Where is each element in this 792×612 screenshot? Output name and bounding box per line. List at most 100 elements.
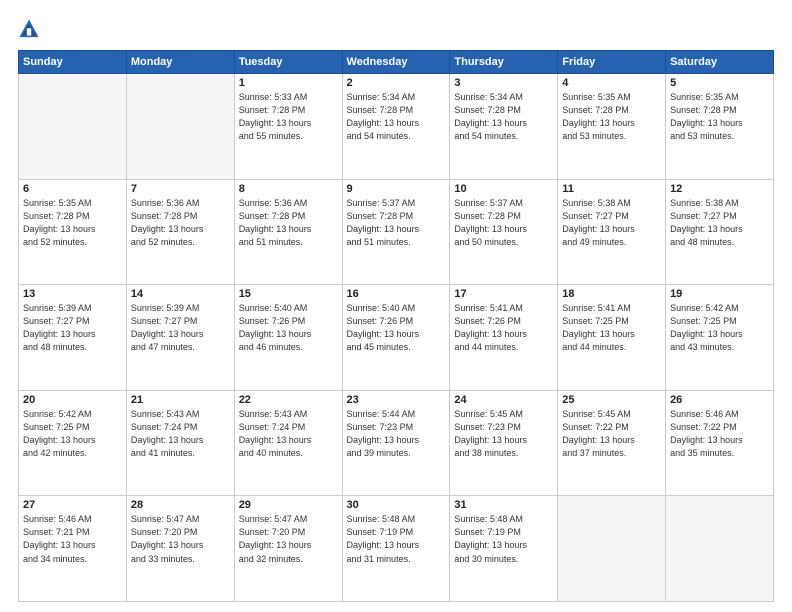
day-detail: Sunrise: 5:35 AM Sunset: 7:28 PM Dayligh… xyxy=(23,197,122,249)
header xyxy=(18,18,774,40)
week-row-4: 20 Sunrise: 5:42 AM Sunset: 7:25 PM Dayli… xyxy=(19,390,774,496)
calendar-cell: 26 Sunrise: 5:46 AM Sunset: 7:22 PM Dayli… xyxy=(666,390,774,496)
calendar-table: SundayMondayTuesdayWednesdayThursdayFrid… xyxy=(18,50,774,602)
calendar-cell: 2 Sunrise: 5:34 AM Sunset: 7:28 PM Daylig… xyxy=(342,74,450,180)
day-detail: Sunrise: 5:38 AM Sunset: 7:27 PM Dayligh… xyxy=(670,197,769,249)
day-detail: Sunrise: 5:45 AM Sunset: 7:22 PM Dayligh… xyxy=(562,408,661,460)
day-detail: Sunrise: 5:42 AM Sunset: 7:25 PM Dayligh… xyxy=(23,408,122,460)
day-number: 16 xyxy=(347,288,446,300)
calendar-cell: 21 Sunrise: 5:43 AM Sunset: 7:24 PM Dayli… xyxy=(126,390,234,496)
day-detail: Sunrise: 5:43 AM Sunset: 7:24 PM Dayligh… xyxy=(239,408,338,460)
week-row-1: 1 Sunrise: 5:33 AM Sunset: 7:28 PM Daylig… xyxy=(19,74,774,180)
calendar-cell xyxy=(558,496,666,602)
day-detail: Sunrise: 5:39 AM Sunset: 7:27 PM Dayligh… xyxy=(131,302,230,354)
day-detail: Sunrise: 5:36 AM Sunset: 7:28 PM Dayligh… xyxy=(131,197,230,249)
day-number: 12 xyxy=(670,183,769,195)
calendar-cell: 22 Sunrise: 5:43 AM Sunset: 7:24 PM Dayli… xyxy=(234,390,342,496)
day-number: 5 xyxy=(670,77,769,89)
day-detail: Sunrise: 5:33 AM Sunset: 7:28 PM Dayligh… xyxy=(239,91,338,143)
day-detail: Sunrise: 5:47 AM Sunset: 7:20 PM Dayligh… xyxy=(131,513,230,565)
day-number: 28 xyxy=(131,499,230,511)
calendar-cell: 19Sunrise: 5:42 AM Sunset: 7:25 PM Dayli… xyxy=(666,285,774,391)
day-detail: Sunrise: 5:48 AM Sunset: 7:19 PM Dayligh… xyxy=(454,513,553,565)
calendar-cell: 8 Sunrise: 5:36 AM Sunset: 7:28 PM Daylig… xyxy=(234,179,342,285)
header-row: SundayMondayTuesdayWednesdayThursdayFrid… xyxy=(19,51,774,74)
calendar-cell: 10Sunrise: 5:37 AM Sunset: 7:28 PM Dayli… xyxy=(450,179,558,285)
col-header-saturday: Saturday xyxy=(666,51,774,74)
calendar-cell: 7 Sunrise: 5:36 AM Sunset: 7:28 PM Daylig… xyxy=(126,179,234,285)
day-detail: Sunrise: 5:44 AM Sunset: 7:23 PM Dayligh… xyxy=(347,408,446,460)
calendar-cell: 24 Sunrise: 5:45 AM Sunset: 7:23 PM Dayli… xyxy=(450,390,558,496)
week-row-5: 27 Sunrise: 5:46 AM Sunset: 7:21 PM Dayli… xyxy=(19,496,774,602)
calendar-cell: 31 Sunrise: 5:48 AM Sunset: 7:19 PM Dayli… xyxy=(450,496,558,602)
day-number: 6 xyxy=(23,183,122,195)
day-number: 2 xyxy=(347,77,446,89)
day-number: 3 xyxy=(454,77,553,89)
calendar-cell xyxy=(19,74,127,180)
day-number: 29 xyxy=(239,499,338,511)
calendar-cell: 14 Sunrise: 5:39 AM Sunset: 7:27 PM Dayli… xyxy=(126,285,234,391)
calendar-cell: 25 Sunrise: 5:45 AM Sunset: 7:22 PM Dayli… xyxy=(558,390,666,496)
day-number: 23 xyxy=(347,394,446,406)
week-row-2: 6 Sunrise: 5:35 AM Sunset: 7:28 PM Daylig… xyxy=(19,179,774,285)
day-number: 22 xyxy=(239,394,338,406)
calendar-cell: 27 Sunrise: 5:46 AM Sunset: 7:21 PM Dayli… xyxy=(19,496,127,602)
day-number: 27 xyxy=(23,499,122,511)
day-number: 7 xyxy=(131,183,230,195)
calendar-cell: 13Sunrise: 5:39 AM Sunset: 7:27 PM Dayli… xyxy=(19,285,127,391)
calendar-cell: 9 Sunrise: 5:37 AM Sunset: 7:28 PM Daylig… xyxy=(342,179,450,285)
calendar-cell: 12 Sunrise: 5:38 AM Sunset: 7:27 PM Dayli… xyxy=(666,179,774,285)
logo xyxy=(18,18,44,40)
calendar-cell: 5Sunrise: 5:35 AM Sunset: 7:28 PM Daylig… xyxy=(666,74,774,180)
day-detail: Sunrise: 5:41 AM Sunset: 7:25 PM Dayligh… xyxy=(562,302,661,354)
day-detail: Sunrise: 5:40 AM Sunset: 7:26 PM Dayligh… xyxy=(239,302,338,354)
day-detail: Sunrise: 5:46 AM Sunset: 7:21 PM Dayligh… xyxy=(23,513,122,565)
day-number: 9 xyxy=(347,183,446,195)
day-detail: Sunrise: 5:34 AM Sunset: 7:28 PM Dayligh… xyxy=(454,91,553,143)
day-number: 20 xyxy=(23,394,122,406)
calendar-cell: 3 Sunrise: 5:34 AM Sunset: 7:28 PM Daylig… xyxy=(450,74,558,180)
day-number: 19 xyxy=(670,288,769,300)
calendar-cell: 18 Sunrise: 5:41 AM Sunset: 7:25 PM Dayli… xyxy=(558,285,666,391)
day-number: 17 xyxy=(454,288,553,300)
day-detail: Sunrise: 5:36 AM Sunset: 7:28 PM Dayligh… xyxy=(239,197,338,249)
day-number: 18 xyxy=(562,288,661,300)
day-number: 1 xyxy=(239,77,338,89)
col-header-wednesday: Wednesday xyxy=(342,51,450,74)
calendar-cell: 30Sunrise: 5:48 AM Sunset: 7:19 PM Dayli… xyxy=(342,496,450,602)
calendar-cell xyxy=(666,496,774,602)
col-header-monday: Monday xyxy=(126,51,234,74)
calendar-cell: 29Sunrise: 5:47 AM Sunset: 7:20 PM Dayli… xyxy=(234,496,342,602)
calendar-cell: 11 Sunrise: 5:38 AM Sunset: 7:27 PM Dayli… xyxy=(558,179,666,285)
calendar-cell: 16 Sunrise: 5:40 AM Sunset: 7:26 PM Dayli… xyxy=(342,285,450,391)
day-number: 21 xyxy=(131,394,230,406)
calendar-cell: 20 Sunrise: 5:42 AM Sunset: 7:25 PM Dayli… xyxy=(19,390,127,496)
col-header-thursday: Thursday xyxy=(450,51,558,74)
day-number: 26 xyxy=(670,394,769,406)
calendar-cell: 6 Sunrise: 5:35 AM Sunset: 7:28 PM Daylig… xyxy=(19,179,127,285)
day-number: 31 xyxy=(454,499,553,511)
day-detail: Sunrise: 5:37 AM Sunset: 7:28 PM Dayligh… xyxy=(454,197,553,249)
day-number: 24 xyxy=(454,394,553,406)
calendar-cell: 1 Sunrise: 5:33 AM Sunset: 7:28 PM Daylig… xyxy=(234,74,342,180)
week-row-3: 13Sunrise: 5:39 AM Sunset: 7:27 PM Dayli… xyxy=(19,285,774,391)
day-number: 30 xyxy=(347,499,446,511)
calendar-cell: 4Sunrise: 5:35 AM Sunset: 7:28 PM Daylig… xyxy=(558,74,666,180)
col-header-sunday: Sunday xyxy=(19,51,127,74)
calendar-cell: 17Sunrise: 5:41 AM Sunset: 7:26 PM Dayli… xyxy=(450,285,558,391)
day-detail: Sunrise: 5:45 AM Sunset: 7:23 PM Dayligh… xyxy=(454,408,553,460)
day-detail: Sunrise: 5:43 AM Sunset: 7:24 PM Dayligh… xyxy=(131,408,230,460)
day-detail: Sunrise: 5:40 AM Sunset: 7:26 PM Dayligh… xyxy=(347,302,446,354)
calendar-cell: 23 Sunrise: 5:44 AM Sunset: 7:23 PM Dayli… xyxy=(342,390,450,496)
day-detail: Sunrise: 5:37 AM Sunset: 7:28 PM Dayligh… xyxy=(347,197,446,249)
calendar-cell: 15Sunrise: 5:40 AM Sunset: 7:26 PM Dayli… xyxy=(234,285,342,391)
logo-icon xyxy=(18,18,40,40)
day-number: 8 xyxy=(239,183,338,195)
day-number: 25 xyxy=(562,394,661,406)
day-detail: Sunrise: 5:34 AM Sunset: 7:28 PM Dayligh… xyxy=(347,91,446,143)
col-header-tuesday: Tuesday xyxy=(234,51,342,74)
day-number: 14 xyxy=(131,288,230,300)
day-number: 11 xyxy=(562,183,661,195)
day-detail: Sunrise: 5:38 AM Sunset: 7:27 PM Dayligh… xyxy=(562,197,661,249)
day-detail: Sunrise: 5:46 AM Sunset: 7:22 PM Dayligh… xyxy=(670,408,769,460)
